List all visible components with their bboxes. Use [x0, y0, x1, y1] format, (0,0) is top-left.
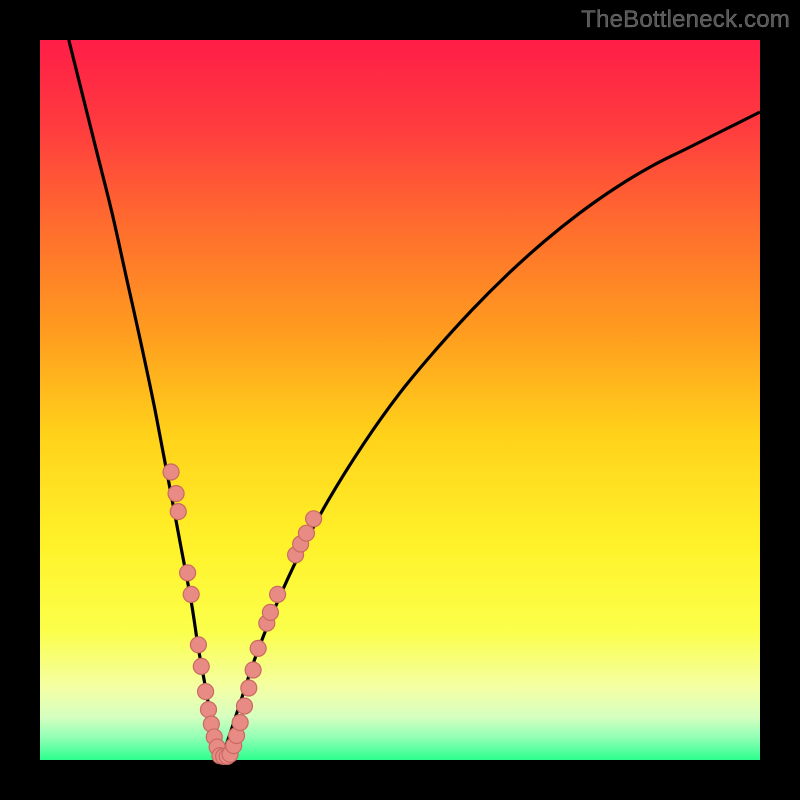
data-marker: [170, 504, 186, 520]
data-marker: [298, 525, 314, 541]
data-marker: [250, 640, 266, 656]
data-marker: [232, 715, 248, 731]
data-marker: [306, 511, 322, 527]
data-marker: [245, 662, 261, 678]
data-marker: [168, 486, 184, 502]
data-marker: [180, 565, 196, 581]
data-marker: [163, 464, 179, 480]
plot-area: [40, 40, 760, 760]
data-marker: [270, 586, 286, 602]
data-marker: [193, 658, 209, 674]
data-marker: [241, 680, 257, 696]
curve-right-branch: [220, 112, 760, 760]
curve-layer: [40, 40, 760, 760]
chart-container: TheBottleneck.com: [0, 0, 800, 800]
data-marker: [190, 637, 206, 653]
watermark-text: TheBottleneck.com: [581, 6, 790, 34]
data-marker: [262, 604, 278, 620]
data-marker: [236, 698, 252, 714]
data-marker: [198, 684, 214, 700]
data-marker: [183, 586, 199, 602]
data-markers: [163, 464, 322, 764]
data-marker: [200, 702, 216, 718]
